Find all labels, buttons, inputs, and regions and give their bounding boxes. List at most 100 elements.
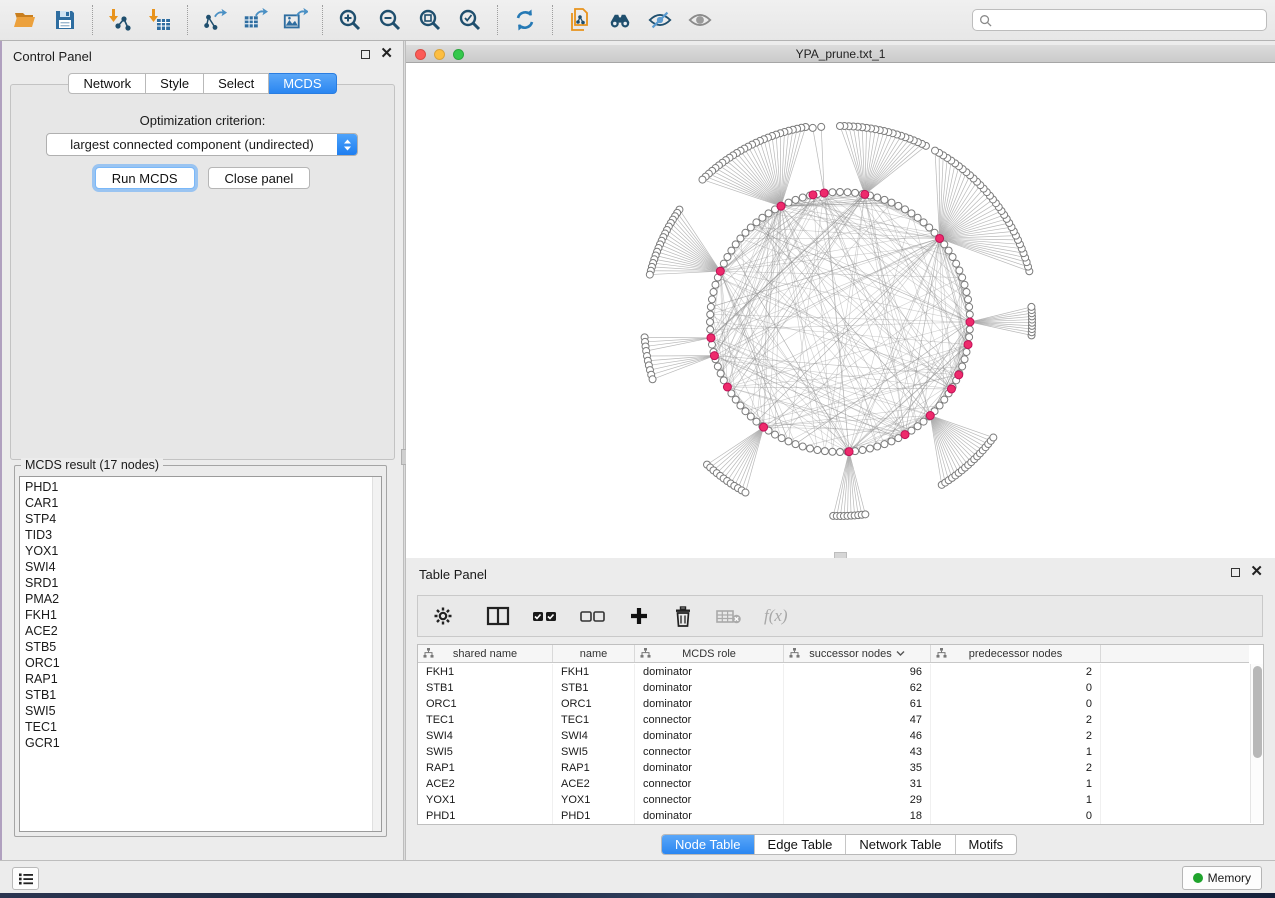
float-table-panel-icon[interactable] xyxy=(1231,568,1240,577)
column-header-mcds-role[interactable]: MCDS role xyxy=(635,645,784,662)
tab-mcds[interactable]: MCDS xyxy=(269,73,336,94)
select-all-icon[interactable] xyxy=(532,604,558,628)
table-cell: SWI4 xyxy=(553,728,635,744)
table-row[interactable]: YOX1YOX1connector291 xyxy=(418,792,1249,808)
table-row[interactable]: ORC1ORC1dominator610 xyxy=(418,696,1249,712)
tab-network[interactable]: Network xyxy=(68,73,146,94)
table-cell: 0 xyxy=(931,680,1101,696)
mcds-result-item[interactable]: ACE2 xyxy=(25,623,381,639)
close-table-panel-icon[interactable]: ✕ xyxy=(1250,567,1263,577)
open-file-icon[interactable] xyxy=(12,7,38,33)
mcds-result-item[interactable]: YOX1 xyxy=(25,543,381,559)
mcds-result-item[interactable]: GCR1 xyxy=(25,735,381,751)
table-row[interactable]: RAP1RAP1dominator352 xyxy=(418,760,1249,776)
export-image-icon[interactable] xyxy=(282,7,308,33)
mcds-result-item[interactable]: TEC1 xyxy=(25,719,381,735)
mcds-result-item[interactable]: PHD1 xyxy=(25,479,381,495)
table-cell: dominator xyxy=(635,728,784,744)
close-panel-button[interactable]: Close panel xyxy=(208,167,311,189)
status-menu-button[interactable] xyxy=(12,867,39,890)
column-header-name[interactable]: name xyxy=(553,645,635,662)
import-table-icon[interactable] xyxy=(147,7,173,33)
network-titlebar[interactable]: YPA_prune.txt_1 xyxy=(406,45,1275,63)
first-neighbors-icon[interactable] xyxy=(607,7,633,33)
mcds-result-item[interactable]: CAR1 xyxy=(25,495,381,511)
mcds-result-scrollbar[interactable] xyxy=(372,477,381,831)
mcds-result-item[interactable]: STB5 xyxy=(25,639,381,655)
refresh-layout-icon[interactable] xyxy=(512,7,538,33)
tab-motifs[interactable]: Motifs xyxy=(955,835,1017,854)
show-all-icon[interactable] xyxy=(687,7,713,33)
column-header-filler xyxy=(1101,645,1249,662)
mcds-result-item[interactable]: TID3 xyxy=(25,527,381,543)
table-cell: 29 xyxy=(784,792,931,808)
tab-node-table[interactable]: Node Table xyxy=(662,835,754,854)
memory-label: Memory xyxy=(1208,871,1251,885)
zoom-in-icon[interactable] xyxy=(337,7,363,33)
app-window: Control Panel ✕ Network Style Select MCD… xyxy=(0,0,1275,898)
deselect-all-icon[interactable] xyxy=(580,604,606,628)
mcds-result-item[interactable]: SRD1 xyxy=(25,575,381,591)
export-network-icon[interactable] xyxy=(202,7,228,33)
table-row[interactable]: PHD1PHD1dominator180 xyxy=(418,808,1249,824)
mcds-result-item[interactable]: FKH1 xyxy=(25,607,381,623)
mcds-result-item[interactable]: PMA2 xyxy=(25,591,381,607)
table-cell: 61 xyxy=(784,696,931,712)
table-row[interactable]: SWI5SWI5connector431 xyxy=(418,744,1249,760)
table-cell: ORC1 xyxy=(418,696,553,712)
tab-network-table[interactable]: Network Table xyxy=(845,835,954,854)
search-box[interactable] xyxy=(972,9,1267,31)
column-header-predecessor-nodes[interactable]: predecessor nodes xyxy=(931,645,1101,662)
table-cell: ACE2 xyxy=(553,776,635,792)
criterion-dropdown[interactable]: largest connected component (undirected) xyxy=(46,133,358,156)
table-cell: 1 xyxy=(931,792,1101,808)
network-canvas[interactable] xyxy=(406,63,1275,558)
function-builder-icon: f(x) xyxy=(764,606,788,626)
table-cell: STB1 xyxy=(553,680,635,696)
table-scrollbar[interactable] xyxy=(1250,664,1263,823)
column-header-shared-name[interactable]: shared name xyxy=(418,645,553,662)
column-header-successor-nodes[interactable]: successor nodes xyxy=(784,645,931,662)
table-panel: Table Panel ✕ xyxy=(406,558,1275,860)
table-cell: connector xyxy=(635,744,784,760)
zoom-selected-icon[interactable] xyxy=(457,7,483,33)
show-columns-icon[interactable] xyxy=(486,604,510,628)
table-settings-gear-icon[interactable] xyxy=(432,604,454,628)
table-row[interactable]: STB1STB1dominator620 xyxy=(418,680,1249,696)
search-input[interactable] xyxy=(996,12,1260,28)
node-table-header: shared name name MCDS role successor nod… xyxy=(418,645,1249,663)
run-mcds-button[interactable]: Run MCDS xyxy=(95,167,195,189)
mcds-result-list[interactable]: PHD1CAR1STP4TID3YOX1SWI4SRD1PMA2FKH1ACE2… xyxy=(19,476,382,832)
mcds-result-item[interactable]: STP4 xyxy=(25,511,381,527)
table-cell: dominator xyxy=(635,760,784,776)
add-column-icon[interactable] xyxy=(628,604,650,628)
mcds-result-item[interactable]: ORC1 xyxy=(25,655,381,671)
save-session-icon[interactable] xyxy=(52,7,78,33)
zoom-out-icon[interactable] xyxy=(377,7,403,33)
tab-edge-table[interactable]: Edge Table xyxy=(754,835,846,854)
table-row[interactable]: TEC1TEC1connector472 xyxy=(418,712,1249,728)
table-cell: PHD1 xyxy=(553,808,635,824)
tab-style[interactable]: Style xyxy=(146,73,204,94)
delete-column-icon[interactable] xyxy=(672,604,694,628)
new-network-from-selection-icon[interactable] xyxy=(567,7,593,33)
table-row[interactable]: FKH1FKH1dominator962 xyxy=(418,664,1249,680)
export-table-icon[interactable] xyxy=(242,7,268,33)
float-panel-icon[interactable] xyxy=(361,50,370,59)
table-row[interactable]: ACE2ACE2connector311 xyxy=(418,776,1249,792)
table-row[interactable]: SWI4SWI4dominator462 xyxy=(418,728,1249,744)
zoom-fit-icon[interactable] xyxy=(417,7,443,33)
mcds-result-item[interactable]: RAP1 xyxy=(25,671,381,687)
table-cell: 35 xyxy=(784,760,931,776)
mcds-result-item[interactable]: STB1 xyxy=(25,687,381,703)
memory-button[interactable]: Memory xyxy=(1182,866,1262,890)
hide-selected-icon[interactable] xyxy=(647,7,673,33)
close-panel-icon[interactable]: ✕ xyxy=(380,49,393,59)
control-panel-tabs: Network Style Select MCDS xyxy=(2,73,403,94)
tab-select[interactable]: Select xyxy=(204,73,269,94)
import-network-icon[interactable] xyxy=(107,7,133,33)
table-cell: PHD1 xyxy=(418,808,553,824)
mcds-result-item[interactable]: SWI5 xyxy=(25,703,381,719)
table-scrollbar-thumb[interactable] xyxy=(1253,666,1262,758)
mcds-result-item[interactable]: SWI4 xyxy=(25,559,381,575)
